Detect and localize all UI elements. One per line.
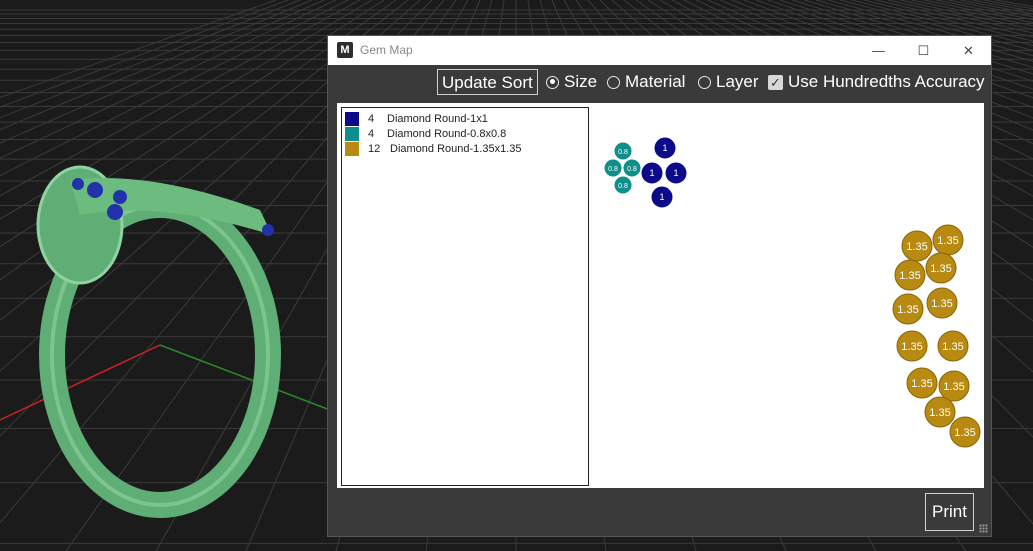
gem-size-label: 1.35 — [906, 241, 927, 253]
gem-size-label: 1 — [659, 192, 664, 202]
gem-size-label: 1.35 — [954, 427, 975, 439]
toolbar: Update Sort Size Material Layer ✓ Use Hu… — [328, 66, 991, 102]
print-button[interactable]: Print — [925, 493, 974, 531]
app-logo-icon: M — [337, 42, 353, 58]
gem-size-label: 1.35 — [943, 381, 964, 393]
gem-map-canvas[interactable]: 4 Diamond Round-1x1 4 Diamond Round-0.8x… — [337, 103, 984, 488]
gem-size-label: 1.35 — [929, 407, 950, 419]
gem-size-label: 1 — [662, 143, 667, 153]
gem-size-label: 1.35 — [930, 263, 951, 275]
hundredths-accuracy-checkbox[interactable]: ✓ Use Hundredths Accuracy — [768, 71, 985, 93]
material-radio[interactable]: Material — [607, 71, 685, 93]
update-sort-button[interactable]: Update Sort — [437, 69, 538, 95]
gem-size-label: 1 — [673, 168, 678, 178]
radio-unselected-icon — [698, 75, 711, 89]
gem-size-label: 1.35 — [937, 235, 958, 247]
minimize-button[interactable]: — — [856, 36, 901, 65]
ring-model[interactable] — [36, 165, 281, 518]
gem-layout: 0.80.8 0.80.811 111.351.351.351.351.351.35… — [603, 136, 981, 448]
window-title: Gem Map — [360, 43, 413, 57]
radio-selected-icon — [546, 75, 559, 89]
gem-size-label: 1.35 — [897, 304, 918, 316]
gem-size-label: 1 — [649, 168, 654, 178]
radio-unselected-icon — [607, 75, 620, 89]
gem-size-label: 0.8 — [618, 183, 628, 190]
size-radio-label: Size — [564, 72, 598, 91]
size-radio[interactable]: Size — [546, 71, 597, 93]
gem-size-label: 0.8 — [618, 149, 628, 156]
gem-size-label: 0.8 — [627, 166, 637, 173]
hundredths-accuracy-label: Use Hundredths Accuracy — [788, 72, 985, 91]
close-button[interactable]: ✕ — [946, 36, 991, 65]
gem-map-window: M Gem Map — ☐ ✕ Update Sort Size Materia… — [327, 35, 992, 537]
gem-size-label: 0.8 — [608, 166, 618, 173]
maximize-button[interactable]: ☐ — [901, 36, 946, 65]
gem-size-label: 1.35 — [901, 341, 922, 353]
gem-size-label: 1.35 — [911, 378, 932, 390]
gem-size-label: 1.35 — [899, 270, 920, 282]
layer-radio-label: Layer — [716, 72, 759, 91]
gem-size-label: 1.35 — [931, 298, 952, 310]
checkmark-icon: ✓ — [768, 74, 783, 90]
resize-grip-icon[interactable] — [979, 524, 988, 533]
gem-size-label: 1.35 — [942, 341, 963, 353]
material-radio-label: Material — [625, 72, 686, 91]
title-bar[interactable]: M Gem Map — ☐ ✕ — [328, 36, 991, 65]
layer-radio[interactable]: Layer — [698, 71, 759, 93]
